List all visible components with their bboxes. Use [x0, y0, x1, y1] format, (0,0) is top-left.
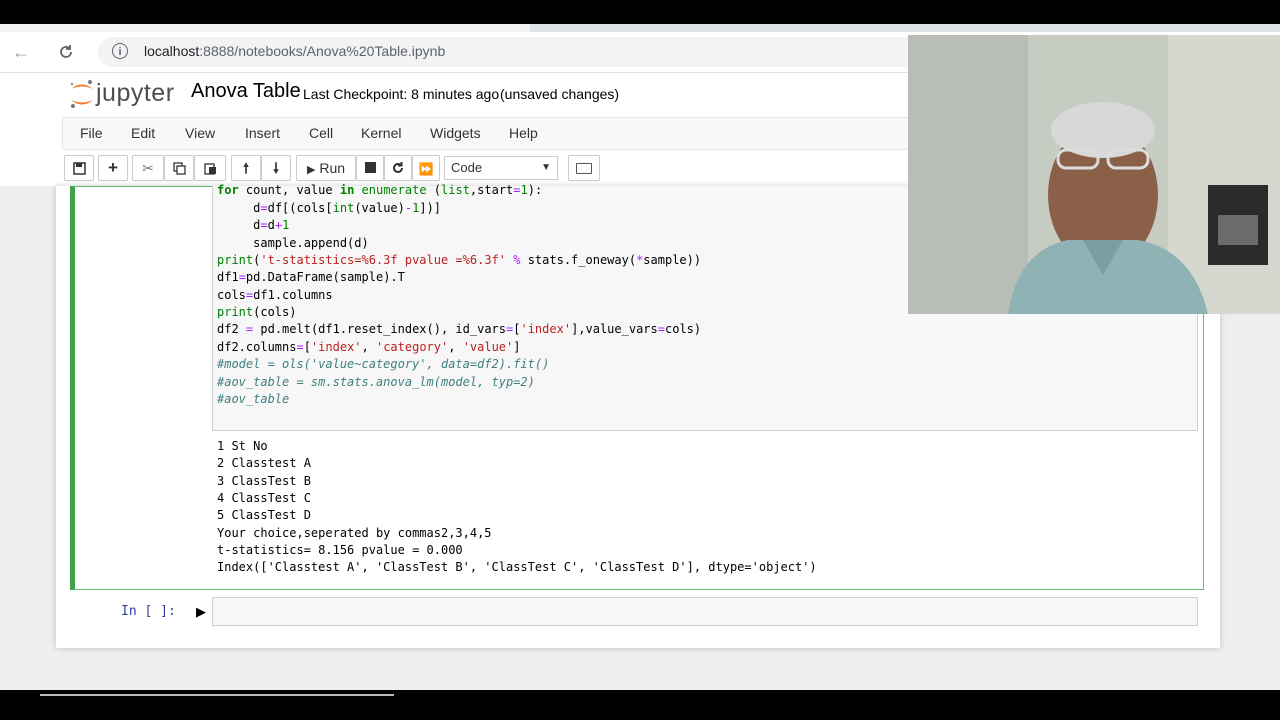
add-cell-button[interactable]: + [98, 155, 128, 181]
chevron-down-icon: ▼ [541, 162, 551, 173]
menu-view[interactable]: View [185, 125, 215, 141]
copy-button[interactable] [164, 155, 194, 181]
menu-kernel[interactable]: Kernel [361, 125, 401, 141]
paste-button[interactable] [194, 155, 226, 181]
run-label: Run [319, 160, 346, 176]
url-text[interactable]: localhost:8888/notebooks/Anova%20Table.i… [144, 43, 445, 59]
code-line-6: df1=pd.DataFrame(sample).T [217, 270, 405, 284]
reload-button[interactable] [55, 41, 77, 63]
restart-run-all-button[interactable]: ⏩ [412, 155, 440, 181]
menu-help[interactable]: Help [509, 125, 538, 141]
menu-insert[interactable]: Insert [245, 125, 280, 141]
code-line-2: d=df[(cols[int(value)-1])] [217, 201, 442, 215]
back-button[interactable]: ← [10, 41, 32, 63]
menu-edit[interactable]: Edit [131, 125, 155, 141]
url-host: localhost [144, 43, 200, 59]
window-top-bar [0, 0, 1280, 24]
notebook-title[interactable]: Anova Table [191, 80, 301, 103]
info-icon[interactable]: i [112, 43, 128, 59]
code-line-12: #aov_table = sm.stats.anova_lm(model, ty… [217, 375, 535, 389]
progress-line [40, 694, 394, 696]
webcam-presenter-video [908, 35, 1280, 314]
cut-button[interactable]: ✂ [132, 155, 164, 181]
cell-prompt: In [ ]: [121, 604, 176, 619]
move-up-button[interactable]: 🠕 [231, 155, 261, 181]
plus-icon: + [108, 158, 118, 177]
interrupt-button[interactable] [356, 155, 384, 181]
code-line-11: #model = ols('value~category', data=df2)… [217, 357, 550, 371]
cell-type-value: Code [451, 160, 483, 175]
menu-cell[interactable]: Cell [309, 125, 333, 141]
arrow-down-icon: 🠗 [272, 160, 279, 176]
run-button[interactable]: ▶ Run [296, 155, 356, 181]
output-line: Your choice,seperated by commas2,3,4,5 [217, 526, 492, 540]
code-line-1: for count, value in enumerate (list,star… [217, 183, 543, 197]
arrow-left-icon: ← [12, 42, 30, 62]
restart-button[interactable] [384, 155, 412, 181]
url-path: :8888/notebooks/Anova%20Table.ipynb [199, 43, 446, 59]
restart-icon [393, 162, 403, 173]
output-line: 3 ClassTest B [217, 474, 311, 488]
code-line-8: print(cols) [217, 305, 297, 319]
code-line-4: sample.append(d) [217, 236, 369, 250]
fast-forward-icon: ⏩ [418, 162, 434, 176]
output-line: Index(['Classtest A', 'ClassTest B', 'Cl… [217, 560, 817, 574]
menu-widgets[interactable]: Widgets [430, 125, 481, 141]
empty-code-cell[interactable] [212, 597, 1198, 626]
reload-icon [60, 45, 72, 58]
menu-file[interactable]: File [80, 125, 103, 141]
cell-type-select[interactable]: Code ▼ [444, 156, 558, 180]
keyboard-icon [576, 163, 592, 174]
paste-icon [203, 163, 216, 175]
output-line: 4 ClassTest C [217, 491, 311, 505]
run-cell-icon[interactable]: ▶​ [196, 604, 206, 620]
code-line-10: df2.columns=['index', 'category', 'value… [217, 340, 521, 354]
output-line: 5 ClassTest D [217, 508, 311, 522]
command-palette-button[interactable] [568, 155, 600, 181]
copy-icon [172, 162, 186, 175]
arrow-up-icon: 🠕 [242, 160, 249, 176]
stop-icon [364, 162, 376, 173]
code-line-13: #aov_table [217, 392, 290, 406]
unsaved-status: (unsaved changes) [500, 86, 620, 102]
code-line-5: print('t-statistics=%6.3f pvalue =%6.3f'… [217, 253, 702, 267]
code-line-7: cols=df1.columns [217, 288, 333, 302]
output-line: 2 Classtest A [217, 456, 311, 470]
save-button[interactable] [64, 155, 94, 181]
output-line: t-statistics= 8.156 pvalue = 0.000 [217, 543, 463, 557]
move-down-button[interactable]: 🠗 [261, 155, 291, 181]
output-line: 1 St No [217, 439, 268, 453]
code-line-9: df2 = pd.melt(df1.reset_index(), id_vars… [217, 322, 702, 336]
save-icon [72, 162, 86, 175]
scissors-icon: ✂ [142, 160, 154, 176]
play-icon: ▶ [306, 164, 316, 176]
active-tab[interactable] [0, 24, 530, 32]
screen: ← i localhost:8888/notebooks/Anova%20Tab… [0, 0, 1280, 720]
code-line-3: d=d+1 [217, 218, 290, 232]
checkpoint-status: Last Checkpoint: 8 minutes ago [303, 86, 500, 102]
jupyter-logo-text: jupyter [96, 79, 175, 107]
